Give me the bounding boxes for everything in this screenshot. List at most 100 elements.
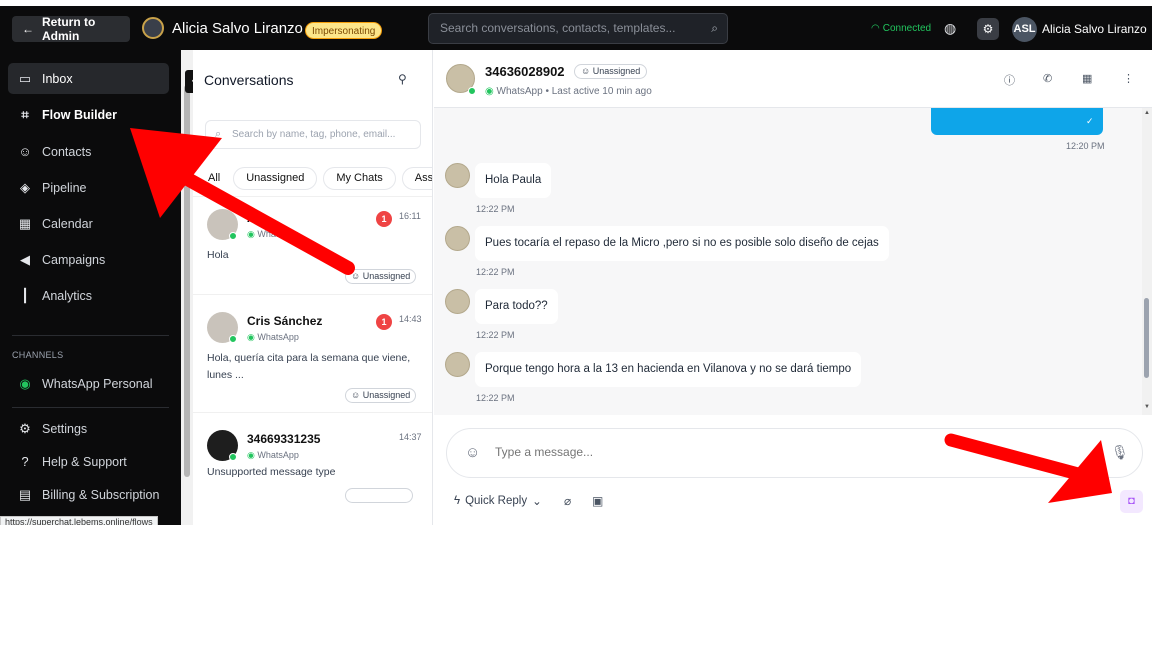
channel-label: ◉ WhatsApp <box>247 332 299 343</box>
inbox-icon: ▭ <box>18 70 32 86</box>
list-divider <box>193 412 432 413</box>
conversation-item[interactable]: 34669331235 ◉ WhatsApp 14:37 Unsupported… <box>193 430 432 525</box>
connection-label: Connected <box>882 23 932 34</box>
assign-badge[interactable]: ☺ Unassigned <box>345 388 417 403</box>
tab-unassigned[interactable]: Unassigned <box>233 167 318 190</box>
contact-name: 34669331235 <box>247 432 321 446</box>
sidebar-item-label: Billing & Subscription <box>42 487 160 502</box>
scroll-up-icon[interactable]: ▲ <box>1144 110 1150 116</box>
contact-name: A <box>247 211 256 225</box>
contact-avatar <box>445 226 470 251</box>
tab-my-chats[interactable]: My Chats <box>323 167 396 190</box>
conversation-item[interactable]: A ◉ WhatsApp 1 16:11 Hola ☺ Unassigned <box>193 209 432 289</box>
sidebar-item-label: Inbox <box>42 71 73 86</box>
user-icon: ☺ <box>351 390 361 400</box>
message-input[interactable] <box>495 445 1055 459</box>
online-indicator <box>468 87 476 95</box>
sidebar-item-calendar[interactable]: ▦ Calendar <box>8 208 169 239</box>
channel-text: WhatsApp <box>257 332 299 342</box>
incoming-message-bubble: Para todo?? <box>475 289 558 324</box>
whatsapp-icon: ◉ <box>19 375 31 391</box>
sidebar-item-inbox[interactable]: ▭ Inbox <box>8 63 169 94</box>
more-options-icon[interactable]: ⋮ <box>1123 72 1134 85</box>
ai-assistant-button[interactable]: ◘ <box>1120 490 1143 513</box>
calendar-icon[interactable]: ▦ <box>1082 72 1092 85</box>
megaphone-icon: ◀ <box>20 251 30 267</box>
message-scrollbar[interactable]: ▲ ▼ <box>1142 108 1152 415</box>
impersonated-user-name: Alicia Salvo Liranzo <box>172 20 303 37</box>
message-preview: Hola, quería cita para la semana que vie… <box>207 352 411 381</box>
message-composer: ☺ 🎙 <box>446 428 1143 478</box>
connection-status: ◠ Connected <box>871 23 931 34</box>
top-bar: ← Return to Admin Alicia Salvo Liranzo I… <box>0 6 1152 50</box>
attachment-icon[interactable]: ⌀ <box>564 494 571 508</box>
chat-channel: WhatsApp <box>496 86 543 97</box>
user-menu-name[interactable]: Alicia Salvo Liranzo <box>1042 22 1147 36</box>
microphone-icon[interactable]: 🎙 <box>1111 444 1129 461</box>
channels-section-label: CHANNELS <box>12 350 64 360</box>
conversations-panel: Conversations ⚲ ⌕ Search by name, tag, p… <box>193 50 433 525</box>
brand-logo-icon <box>142 17 164 39</box>
global-search-input[interactable]: Search conversations, contacts, template… <box>428 13 728 44</box>
chat-assign-badge[interactable]: ☺ Unassigned <box>574 64 648 79</box>
help-icon: ? <box>21 454 29 469</box>
emoji-icon[interactable]: ☺ <box>465 444 480 461</box>
message-preview: Hola <box>207 249 229 261</box>
sidebar-item-pipeline[interactable]: ◈ Pipeline <box>8 172 169 203</box>
assign-user-icon[interactable]: ⚲ <box>398 72 407 86</box>
contact-avatar <box>445 289 470 314</box>
whatsapp-icon: ◉ <box>247 450 255 460</box>
whatsapp-icon: ◉ <box>247 332 255 342</box>
sidebar-item-whatsapp-personal[interactable]: ◉ WhatsApp Personal <box>8 368 169 399</box>
conversation-time: 14:43 <box>399 314 422 324</box>
chevron-down-icon: ⌄ <box>532 496 542 508</box>
globe-icon[interactable]: ◍ <box>944 20 956 37</box>
conversation-search-input[interactable]: ⌕ Search by name, tag, phone, email... <box>205 120 421 149</box>
tab-assigned[interactable]: Assi <box>401 167 432 190</box>
assign-badge[interactable] <box>345 488 413 503</box>
scroll-down-icon[interactable]: ▼ <box>1144 404 1150 410</box>
quick-reply-button[interactable]: ϟ Quick Reply ⌄ <box>454 494 542 508</box>
info-icon[interactable]: ⓘ <box>1004 72 1015 88</box>
flow-icon: ⌗ <box>21 106 29 122</box>
sidebar-item-analytics[interactable]: ┃ Analytics <box>8 280 169 311</box>
whatsapp-icon: ◉ <box>247 229 255 239</box>
sidebar-item-label: WhatsApp Personal <box>42 376 153 391</box>
last-active: Last active 10 min ago <box>551 86 652 97</box>
phone-icon[interactable]: ✆ <box>1043 72 1052 85</box>
contact-avatar <box>445 352 470 377</box>
message-time: 12:22 PM <box>476 330 515 340</box>
user-avatar[interactable]: ASL <box>1012 17 1037 42</box>
incoming-message-bubble: Hola Paula <box>475 163 552 198</box>
search-placeholder: Search by name, tag, phone, email... <box>232 129 396 140</box>
message-list: ✓ 12:20 PM Hola Paula 12:22 PM Pues toca… <box>434 108 1142 415</box>
conversation-item[interactable]: Cris Sánchez ◉ WhatsApp 1 14:43 Hola, qu… <box>193 312 432 408</box>
sidebar-item-flow-builder[interactable]: ⌗ Flow Builder <box>8 99 169 130</box>
sidebar: ▭ Inbox ⌗ Flow Builder ☺ Contacts ◈ Pipe… <box>0 50 181 525</box>
sidebar-item-help[interactable]: ? Help & Support <box>8 446 169 477</box>
sidebar-item-settings[interactable]: ⚙ Settings <box>8 413 169 444</box>
sidebar-scrollbar-thumb[interactable] <box>184 85 190 477</box>
assign-label: Unassigned <box>362 271 411 281</box>
sidebar-item-contacts[interactable]: ☺ Contacts <box>8 136 169 167</box>
return-to-admin-button[interactable]: ← Return to Admin <box>12 15 130 43</box>
message-scrollbar-thumb[interactable] <box>1144 298 1149 378</box>
settings-icon: ⚙ <box>19 420 31 436</box>
image-icon[interactable]: ▣ <box>592 494 603 508</box>
sidebar-item-campaigns[interactable]: ◀ Campaigns <box>8 244 169 275</box>
lightning-icon: ϟ <box>454 495 461 507</box>
message-preview: Unsupported message type <box>207 466 336 478</box>
whatsapp-icon: ◉ <box>485 86 494 97</box>
chat-panel: 34636028902 ☺ Unassigned ◉ WhatsApp • La… <box>434 50 1152 525</box>
settings-gear-button[interactable]: ⚙ <box>977 18 999 40</box>
tab-all[interactable]: All <box>201 167 228 190</box>
sidebar-item-billing[interactable]: ▤ Billing & Subscription <box>8 479 169 510</box>
search-icon: ⌕ <box>711 21 718 35</box>
assign-badge[interactable]: ☺ Unassigned <box>345 269 417 284</box>
sidebar-item-label: Flow Builder <box>42 107 117 122</box>
arrow-left-icon: ← <box>22 22 34 36</box>
impersonating-badge: Impersonating <box>305 22 383 39</box>
calendar-icon: ▦ <box>18 215 32 231</box>
analytics-icon: ┃ <box>21 287 29 303</box>
contact-avatar <box>445 163 470 188</box>
